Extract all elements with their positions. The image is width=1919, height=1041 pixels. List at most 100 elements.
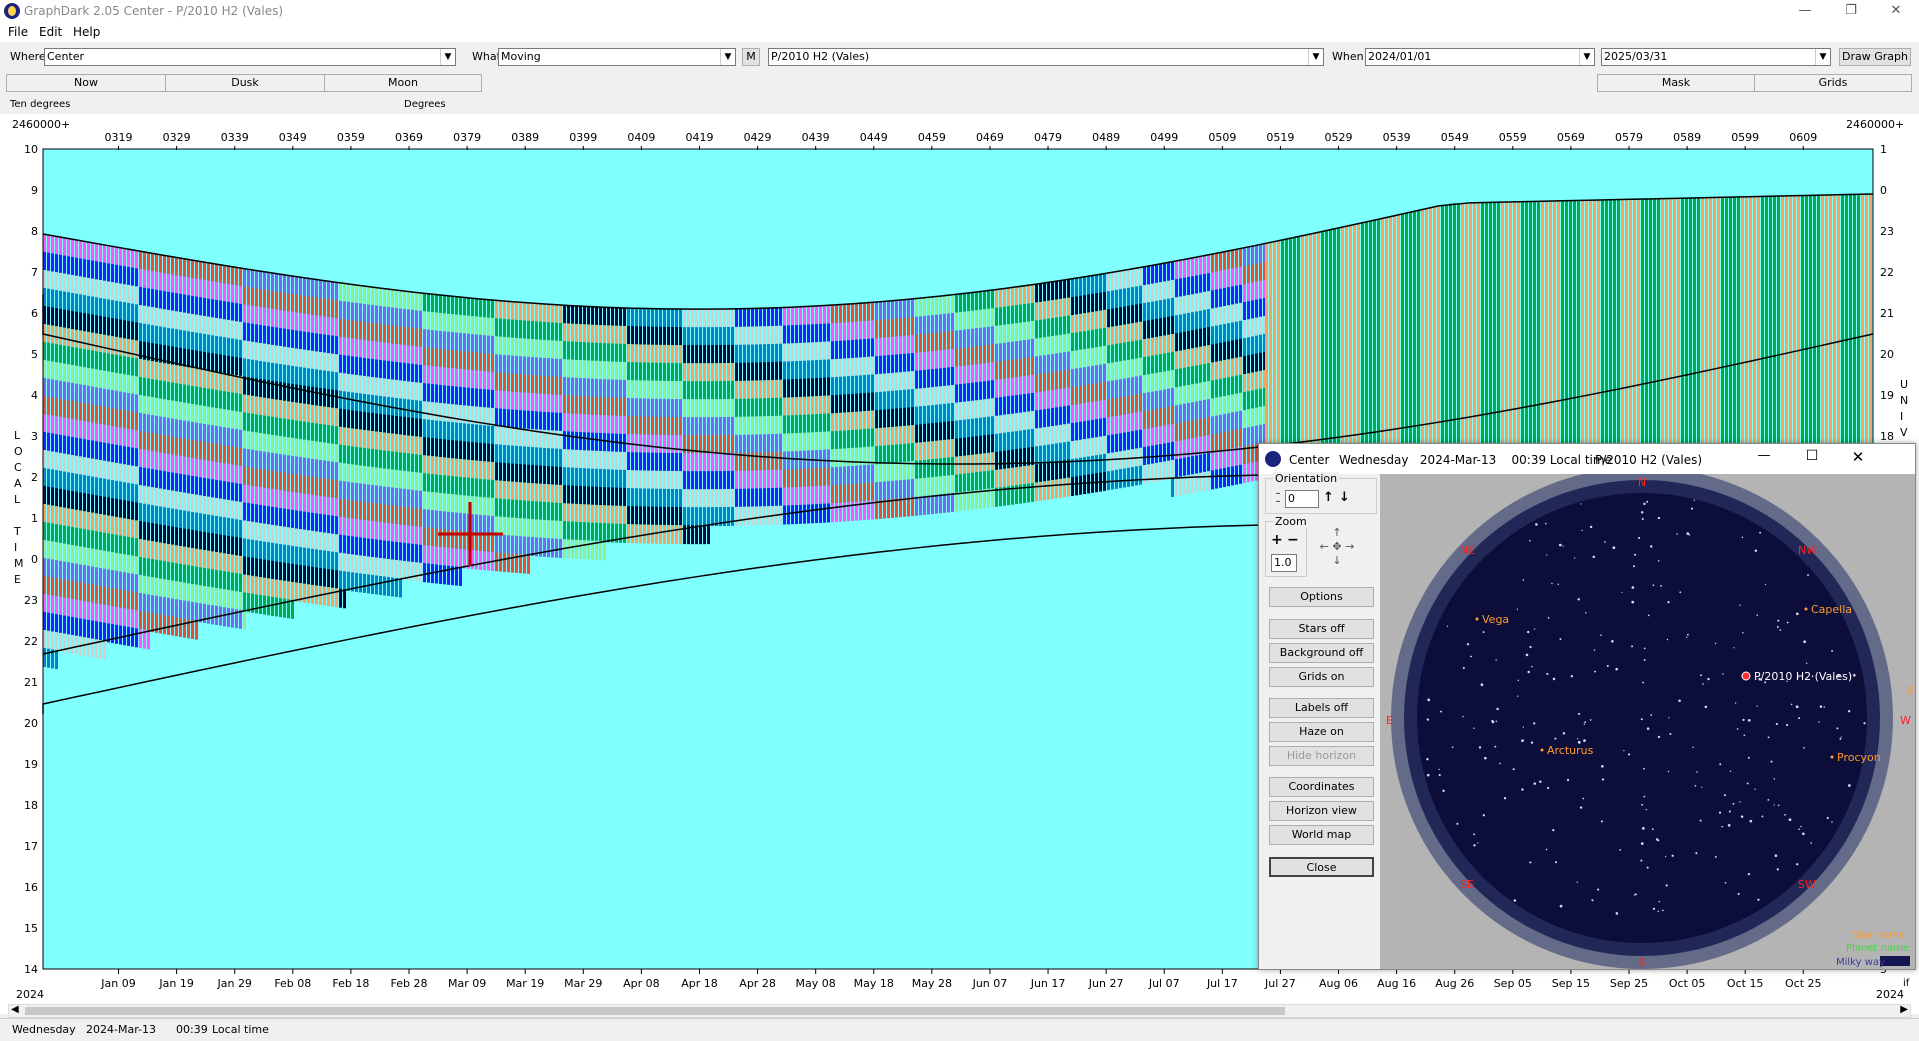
minimize-button[interactable]: — [1749, 448, 1779, 463]
ut-hour-label: 21 [1880, 307, 1894, 320]
corner-label: if [1903, 978, 1910, 989]
stars-off-button[interactable]: Stars off [1269, 619, 1374, 639]
compass-sw: SW [1798, 878, 1816, 891]
dialog-close-button[interactable]: Close [1269, 857, 1374, 877]
haze-on-button[interactable]: Haze on [1269, 722, 1374, 742]
rotate-down-icon[interactable]: ↓ [1339, 490, 1353, 505]
jd-tick-label: 0569 [1557, 131, 1585, 144]
jd-tick-label: 0379 [453, 131, 481, 144]
star-label-procyon: Procyon [1837, 751, 1881, 764]
hide-horizon-button[interactable]: Hide horizon [1269, 746, 1374, 766]
year-left: 2024 [16, 988, 44, 1001]
scroll-right-icon[interactable]: ▶ [1900, 1004, 1908, 1015]
close-button[interactable]: ✕ [1843, 448, 1873, 466]
orientation-input[interactable]: 0 [1285, 490, 1319, 508]
where-select[interactable]: Center▼ [44, 48, 456, 66]
jd-tick-label: 0559 [1499, 131, 1527, 144]
tab-dusk[interactable]: Dusk [165, 74, 325, 92]
sky-map[interactable]: N NE NW E W SE SW S Vega Capella Arcturu… [1380, 474, 1915, 969]
date-tick-label: May 18 [854, 977, 894, 990]
menu-edit[interactable]: Edit [39, 25, 62, 39]
zoom-in-icon[interactable]: + [1271, 532, 1285, 548]
object-select[interactable]: P/2010 H2 (Vales)▼ [768, 48, 1324, 66]
date-tick-label: Feb 28 [391, 977, 428, 990]
app-icon [1265, 451, 1281, 467]
chevron-down-icon[interactable]: ▼ [1308, 49, 1323, 65]
compass-nw: NW [1798, 544, 1817, 557]
rotate-up-icon[interactable]: ↑ [1323, 490, 1337, 505]
world-map-button[interactable]: World map [1269, 825, 1374, 845]
jd-tick-label: 0489 [1092, 131, 1120, 144]
chevron-down-icon[interactable]: ▼ [440, 49, 455, 65]
scroll-thumb[interactable] [25, 1007, 1285, 1015]
end-date-select[interactable]: 2025/03/31▼ [1601, 48, 1831, 66]
date-tick-label: Feb 08 [274, 977, 311, 990]
local-time-axis-letter: L [14, 429, 21, 442]
comet-marker-icon [1742, 672, 1750, 680]
ut-hour-label: 23 [1880, 225, 1894, 238]
jd-tick-label: 0479 [1034, 131, 1062, 144]
tab-mask[interactable]: Mask [1597, 74, 1755, 92]
tab-grids[interactable]: Grids [1754, 74, 1912, 92]
local-time-axis-letter: M [14, 557, 24, 570]
compass-w: W [1900, 714, 1911, 727]
local-hour-label: 22 [24, 635, 38, 648]
local-hour-label: 4 [31, 389, 38, 402]
menu-file[interactable]: File [8, 25, 28, 39]
ut-hour-label: 22 [1880, 266, 1894, 279]
date-tick-label: Mar 19 [506, 977, 544, 990]
date-tick-label: Jan 09 [100, 977, 135, 990]
orientation-spin[interactable]: –– [1271, 490, 1285, 506]
zoom-out-icon[interactable]: − [1287, 532, 1301, 548]
star-label-vega: Vega [1482, 613, 1509, 626]
horizon-view-button[interactable]: Horizon view [1269, 801, 1374, 821]
tab-now[interactable]: Now [6, 74, 166, 92]
status-time: 00:39 [176, 1023, 208, 1036]
local-hour-label: 16 [24, 881, 38, 894]
local-hour-label: 15 [24, 922, 38, 935]
labels-off-button[interactable]: Labels off [1269, 698, 1374, 718]
chevron-down-icon[interactable]: ▼ [1815, 49, 1830, 65]
pan-arrows-icon[interactable]: ↑← ✥ →↓ [1311, 526, 1363, 574]
zoom-input[interactable]: 1.0 [1271, 554, 1297, 572]
local-hour-label: 6 [31, 307, 38, 320]
options-button[interactable]: Options [1269, 587, 1374, 607]
maximize-button[interactable]: ☐ [1797, 448, 1827, 464]
chevron-down-icon[interactable]: ▼ [1579, 49, 1594, 65]
local-hour-label: 10 [24, 143, 38, 156]
close-button[interactable]: ✕ [1873, 0, 1919, 22]
local-hour-label: 2 [31, 471, 38, 484]
scroll-left-icon[interactable]: ◀ [11, 1004, 19, 1015]
restore-button[interactable]: ❐ [1828, 0, 1874, 22]
comet-label: P/2010 H2 (Vales) [1754, 670, 1852, 683]
date-tick-label: Sep 05 [1494, 977, 1532, 990]
chevron-down-icon[interactable]: ▼ [720, 49, 735, 65]
date-tick-label: Jun 07 [972, 977, 1008, 990]
start-date-select[interactable]: 2024/01/01▼ [1365, 48, 1595, 66]
m-button[interactable]: M [742, 48, 760, 66]
dialog-title-bar[interactable]: Center Wednesday 2024-Mar-13 00:39 Local… [1259, 444, 1915, 474]
jd-tick-label: 0579 [1615, 131, 1643, 144]
local-hour-label: 14 [24, 963, 38, 976]
background-off-button[interactable]: Background off [1269, 643, 1374, 663]
jd-tick-label: 0339 [221, 131, 249, 144]
sky-view-dialog[interactable]: Center Wednesday 2024-Mar-13 00:39 Local… [1258, 443, 1916, 970]
date-tick-label: Mar 09 [448, 977, 486, 990]
coordinates-button[interactable]: Coordinates [1269, 777, 1374, 797]
menu-help[interactable]: Help [73, 25, 100, 39]
universal-time-axis-letter: V [1900, 426, 1908, 439]
horizontal-scrollbar[interactable]: ◀ ▶ [8, 1004, 1911, 1018]
what-select[interactable]: Moving▼ [498, 48, 736, 66]
universal-time-axis-letter: I [1900, 410, 1903, 423]
toolbar: Where Center▼ What Moving▼ M P/2010 H2 (… [0, 44, 1919, 74]
date-tick-label: Jul 27 [1264, 977, 1296, 990]
grids-on-button[interactable]: Grids on [1269, 667, 1374, 687]
draw-graph-button[interactable]: Draw Graph [1839, 48, 1911, 66]
compass-ne: NE [1460, 544, 1475, 557]
minimize-button[interactable]: — [1782, 0, 1828, 22]
date-tick-label: May 08 [796, 977, 836, 990]
jd-tick-label: 0519 [1266, 131, 1294, 144]
date-tick-label: Jan 29 [216, 977, 251, 990]
jd-tick-label: 0399 [569, 131, 597, 144]
tab-moon[interactable]: Moon [324, 74, 482, 92]
